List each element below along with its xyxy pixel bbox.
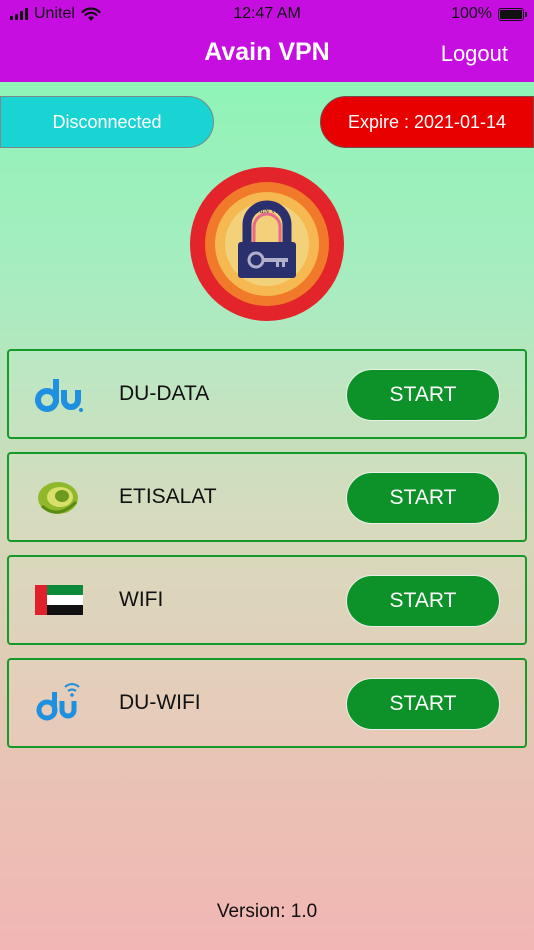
logo-text: AVAIN VPN — [248, 208, 284, 215]
server-label: ETISALAT — [119, 485, 217, 508]
connection-status-badge: Disconnected — [0, 96, 214, 148]
etisalat-logo-icon — [33, 476, 85, 518]
du-logo-icon — [33, 373, 85, 415]
server-card-du-wifi: DU-WIFI START — [7, 658, 527, 748]
battery-icon — [498, 7, 527, 21]
start-etisalat-button[interactable]: START — [346, 472, 500, 524]
server-label: DU-WIFI — [119, 691, 201, 714]
server-card-du-data: DU-DATA START — [7, 349, 527, 439]
start-wifi-button[interactable]: START — [346, 575, 500, 627]
server-label: WIFI — [119, 588, 164, 611]
version-label: Version: 1.0 — [216, 901, 318, 922]
server-label: DU-DATA — [119, 382, 210, 405]
expire-date-badge: Expire : 2021-01-14 — [320, 96, 534, 148]
vpn-logo: AVAIN VPN — [190, 167, 344, 321]
uae-flag-icon — [33, 579, 85, 621]
du-wifi-logo-icon — [33, 682, 85, 724]
server-card-etisalat: ETISALAT START — [7, 452, 527, 542]
start-du-data-button[interactable]: START — [346, 369, 500, 421]
status-bar: Unitel 12:47 AM 100% — [0, 0, 534, 28]
logout-button[interactable]: Logout — [441, 41, 508, 67]
start-du-wifi-button[interactable]: START — [346, 678, 500, 730]
battery-percent: 100% — [451, 5, 492, 22]
server-card-wifi: WIFI START — [7, 555, 527, 645]
app-header: Unitel 12:47 AM 100% Avain VPN Logout — [0, 0, 534, 82]
padlock-key-icon: AVAIN VPN — [190, 167, 344, 321]
